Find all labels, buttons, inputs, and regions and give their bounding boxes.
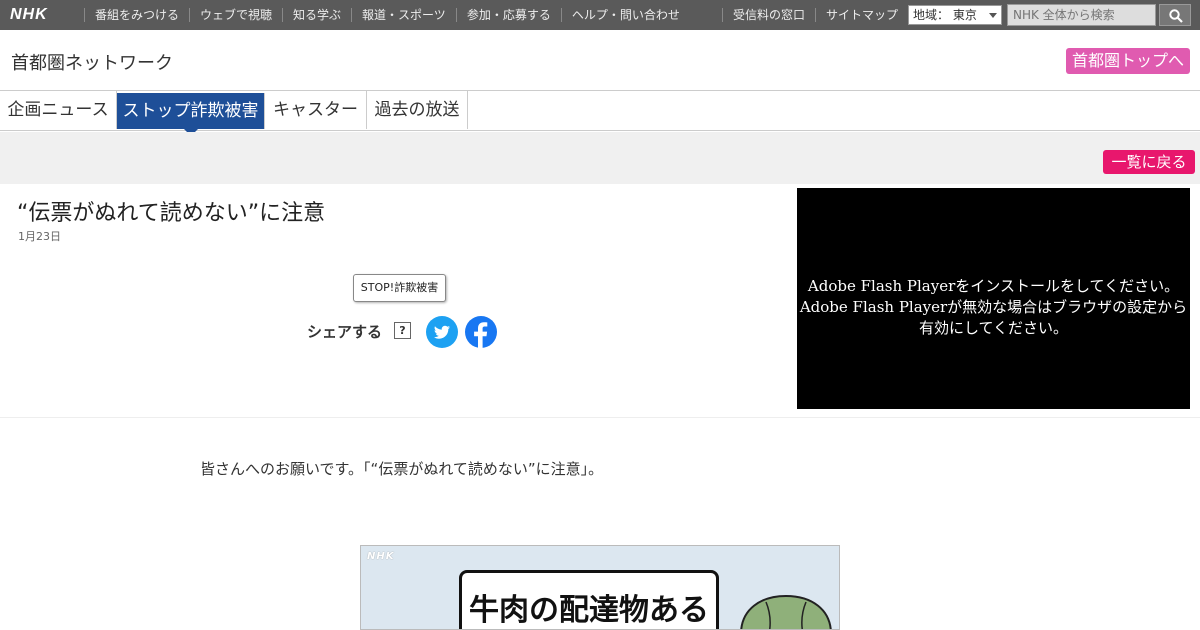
back-to-list-button[interactable]: 一覧に戻る (1103, 150, 1195, 174)
search-button[interactable] (1159, 4, 1191, 26)
facebook-share-button[interactable] (465, 316, 497, 348)
nav-item-watch-web[interactable]: ウェブで視聴 (189, 8, 282, 22)
tab-past-broadcasts[interactable]: 過去の放送 (367, 91, 468, 129)
nav-item-news-sports[interactable]: 報道・スポーツ (351, 8, 456, 22)
flash-message-line: Adobe Flash Playerをインストールをしてください。 (807, 277, 1180, 295)
region-select-value: 地域： 東京 (913, 8, 977, 22)
image-caption-text: 牛肉の配達物ある (469, 593, 709, 628)
flash-message-line: Adobe Flash Playerが無効な場合はブラウザの設定から (799, 298, 1188, 316)
search-input[interactable] (1007, 4, 1156, 26)
cap-illustration-icon (740, 594, 832, 629)
flash-message-line: 有効にしてください。 (918, 319, 1069, 337)
nav-item-sitemap[interactable]: サイトマップ (815, 8, 908, 22)
article-body-text: 皆さんへのお願いです。「“伝票がぬれて読めない”に注意」。 (200, 460, 604, 478)
category-tag[interactable]: STOP!詐欺被害 (353, 274, 446, 302)
nhk-logo[interactable]: NHK (10, 7, 66, 23)
image-caption-box: 牛肉の配達物ある (459, 570, 719, 629)
site-title[interactable]: 首都圏ネットワーク (11, 49, 173, 75)
tab-stop-fraud[interactable]: ストップ詐欺被害 (117, 93, 265, 129)
share-label: シェアする (307, 323, 383, 341)
toolbar-band (0, 132, 1200, 184)
facebook-icon (474, 322, 488, 348)
article-image: NHK 牛肉の配達物ある (360, 545, 840, 630)
flash-message: Adobe Flash Playerをインストールをしてください。 Adobe … (797, 276, 1190, 339)
home-top-button[interactable]: 首都圏トップへ (1066, 48, 1190, 74)
region-select[interactable]: 地域： 東京 (908, 5, 1002, 25)
search-icon (1169, 9, 1183, 23)
tab-feature-news[interactable]: 企画ニュース (0, 91, 117, 129)
tab-casters[interactable]: キャスター (265, 91, 367, 129)
global-nav: 番組をみつける ウェブで視聴 知る学ぶ 報道・スポーツ 参加・応募する ヘルプ・… (84, 0, 690, 30)
article-date: 1月23日 (18, 230, 61, 243)
global-nav-bar: NHK 番組をみつける ウェブで視聴 知る学ぶ 報道・スポーツ 参加・応募する … (0, 0, 1200, 30)
nav-item-help[interactable]: ヘルプ・問い合わせ (560, 8, 690, 22)
site-header: 首都圏ネットワーク 首都圏トップへ (0, 30, 1200, 91)
chevron-down-icon (989, 13, 997, 18)
nav-item-find-programs[interactable]: 番組をみつける (84, 8, 189, 22)
article-title: “伝票がぬれて読めない”に注意 (17, 201, 326, 226)
share-help-button[interactable]: ? (394, 322, 411, 339)
video-player[interactable]: Adobe Flash Playerをインストールをしてください。 Adobe … (797, 188, 1190, 409)
section-tabs: 企画ニュース ストップ詐欺被害 キャスター 過去の放送 (0, 91, 1200, 131)
twitter-share-button[interactable] (426, 316, 458, 348)
nav-item-participate[interactable]: 参加・応募する (455, 8, 561, 22)
twitter-icon (434, 325, 450, 339)
nav-item-learn[interactable]: 知る学ぶ (282, 8, 351, 22)
global-nav-secondary: 受信料の窓口 サイトマップ (722, 0, 908, 30)
nhk-watermark: NHK (367, 551, 395, 562)
nav-item-fees[interactable]: 受信料の窓口 (722, 8, 815, 22)
